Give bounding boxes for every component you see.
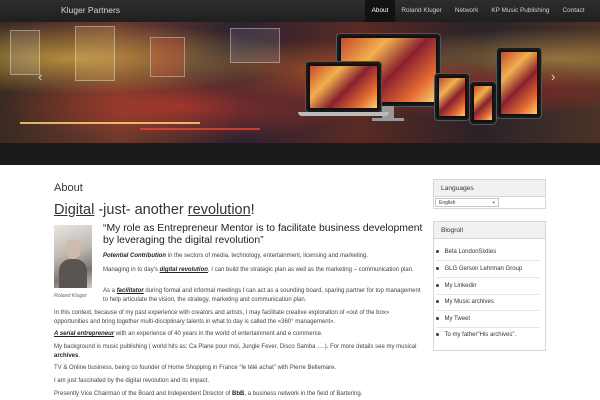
laptop-device [306, 62, 381, 112]
text: , I can build the strategic plan as well… [207, 267, 414, 273]
blogroll-item-label: My Music archives [444, 299, 494, 305]
blogroll-item-label: To my father"His archives". [444, 332, 517, 338]
bullet-icon [436, 250, 439, 253]
nav-item-contact[interactable]: Contact [556, 0, 591, 22]
text: , a business network in the field of Bar… [244, 391, 363, 397]
top-navbar: Kluger Partners About Roland Kluger Netw… [0, 0, 600, 22]
page-title: About [54, 182, 83, 194]
link-archives[interactable]: archives [54, 353, 78, 359]
blogroll-item-label: Beta LondonSixties [444, 249, 497, 255]
hero-light-streak [140, 128, 260, 130]
hero-billboard [75, 26, 115, 81]
nav-item-kp-music-publishing[interactable]: KP Music Publishing [485, 0, 556, 22]
text-serial: A serial [54, 331, 78, 337]
text-bold: Potential Contribution [103, 253, 166, 259]
paragraph-contribution: Potential Contribution in the sectors of… [103, 252, 423, 261]
chevron-left-icon[interactable]: ‹ [38, 70, 42, 83]
page-headline: Digital -just- another revolution! [54, 202, 255, 218]
blogroll-item[interactable]: My Tweet [436, 316, 470, 322]
main-nav: About Roland Kluger Network KP Music Pub… [365, 0, 591, 22]
link-facilitator[interactable]: facilitator [117, 288, 144, 294]
tablet-device [435, 74, 469, 120]
text: in the sectors of media, technology, ent… [166, 253, 368, 259]
hero-billboard [150, 37, 185, 77]
hero-bottom-band [0, 143, 600, 165]
laptop-base [298, 112, 389, 116]
blogroll-item[interactable]: My Music archives [436, 299, 494, 305]
blogroll-item[interactable]: To my father"His archives". [436, 332, 516, 338]
blogroll-item-label: My Linkedin [444, 283, 477, 289]
profile-photo [54, 225, 92, 288]
text: My background is music publishing ( worl… [54, 344, 417, 350]
text: with an experience of 40 years in the wo… [114, 331, 323, 337]
text: Managing in to day’s [103, 267, 160, 273]
text: during formal and informal meetings I ca… [103, 288, 421, 303]
blogroll-item-label: GLG Gerson Lehrman Group [444, 266, 523, 272]
bullet-icon [436, 333, 439, 336]
text: Presently Vice Chairman of the Board and… [54, 391, 232, 397]
paragraph-background: My background is music publishing ( worl… [54, 343, 419, 360]
blogroll-widget-title: Blogroll [434, 222, 545, 239]
site-brand[interactable]: Kluger Partners [61, 5, 120, 15]
nav-item-network[interactable]: Network [448, 0, 484, 22]
headline-link-digital[interactable]: Digital [54, 202, 94, 218]
blogroll-widget: Blogroll Beta LondonSixties GLG Gerson L… [433, 221, 546, 351]
blogroll-item[interactable]: GLG Gerson Lehrman Group [436, 266, 522, 272]
blogroll-item-label: My Tweet [444, 316, 471, 322]
hero-slider: ‹ › [0, 22, 600, 143]
divider [436, 277, 540, 278]
headline-text: -just- another [94, 202, 188, 218]
bullet-icon [436, 317, 439, 320]
paragraph-entrepreneur: A serial entrepreneur with an experience… [54, 330, 419, 339]
blogroll-item[interactable]: My Linkedin [436, 283, 477, 289]
divider [436, 260, 540, 261]
languages-widget: Languages English ▾ [433, 179, 546, 209]
photo-caption: Roland Kluger [54, 293, 87, 299]
paragraph-tv-online: TV & Online business, being co founder o… [54, 365, 337, 371]
bullet-icon [436, 300, 439, 303]
link-bbb[interactable]: BbB [232, 391, 244, 397]
divider [436, 294, 540, 295]
nav-item-about[interactable]: About [365, 0, 395, 22]
bullet-icon [436, 267, 439, 270]
link-digital-revolution[interactable]: digital revolution [160, 267, 208, 273]
paragraph-context: In this context, because of my past expe… [54, 310, 390, 325]
divider [436, 327, 540, 328]
nav-item-roland-kluger[interactable]: Roland Kluger [395, 0, 449, 22]
paragraph-vice-chairman: Presently Vice Chairman of the Board and… [54, 390, 419, 399]
paragraph-managing: Managing in to day’s digital revolution,… [103, 266, 423, 275]
language-select-value: English [439, 200, 456, 206]
link-entrepreneur[interactable]: entrepreneur [77, 331, 114, 337]
hero-billboard [230, 28, 280, 63]
headline-text: ! [250, 202, 255, 218]
monitor-base [372, 118, 404, 121]
language-select[interactable]: English ▾ [435, 198, 499, 207]
paragraph-fascinated: I am just fascinated by the digital revo… [54, 378, 210, 384]
chevron-right-icon[interactable]: › [551, 70, 555, 83]
languages-widget-title: Languages [434, 180, 545, 197]
blogroll-item[interactable]: Beta LondonSixties [436, 249, 496, 255]
phone-device [470, 82, 496, 124]
bullet-icon [436, 284, 439, 287]
tablet-device-large [497, 48, 541, 118]
hero-light-streak [20, 122, 200, 124]
headline-link-revolution[interactable]: revolution [188, 202, 251, 218]
text: . [78, 352, 81, 359]
hero-billboard [10, 30, 40, 75]
mentor-quote: “My role as Entrepreneur Mentor is to fa… [103, 223, 423, 246]
chevron-down-icon: ▾ [492, 200, 495, 206]
paragraph-facilitator: As a facilitator during formal and infor… [103, 287, 423, 304]
divider [436, 310, 540, 311]
text: As a [103, 288, 117, 294]
